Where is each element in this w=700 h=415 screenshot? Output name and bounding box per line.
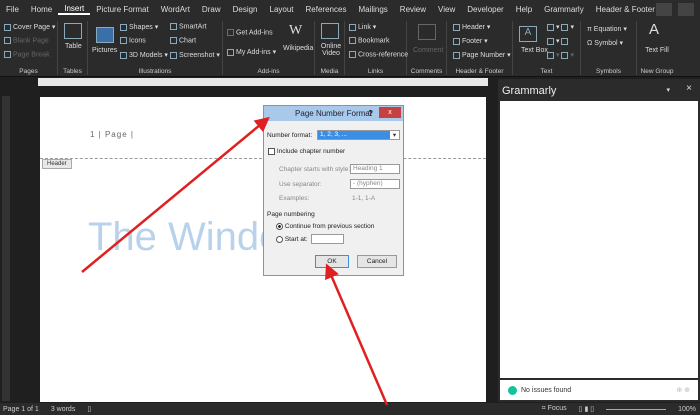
annotation-arrows <box>81 116 389 406</box>
arrow-to-ok <box>325 263 389 406</box>
arrow-to-title <box>81 116 270 273</box>
